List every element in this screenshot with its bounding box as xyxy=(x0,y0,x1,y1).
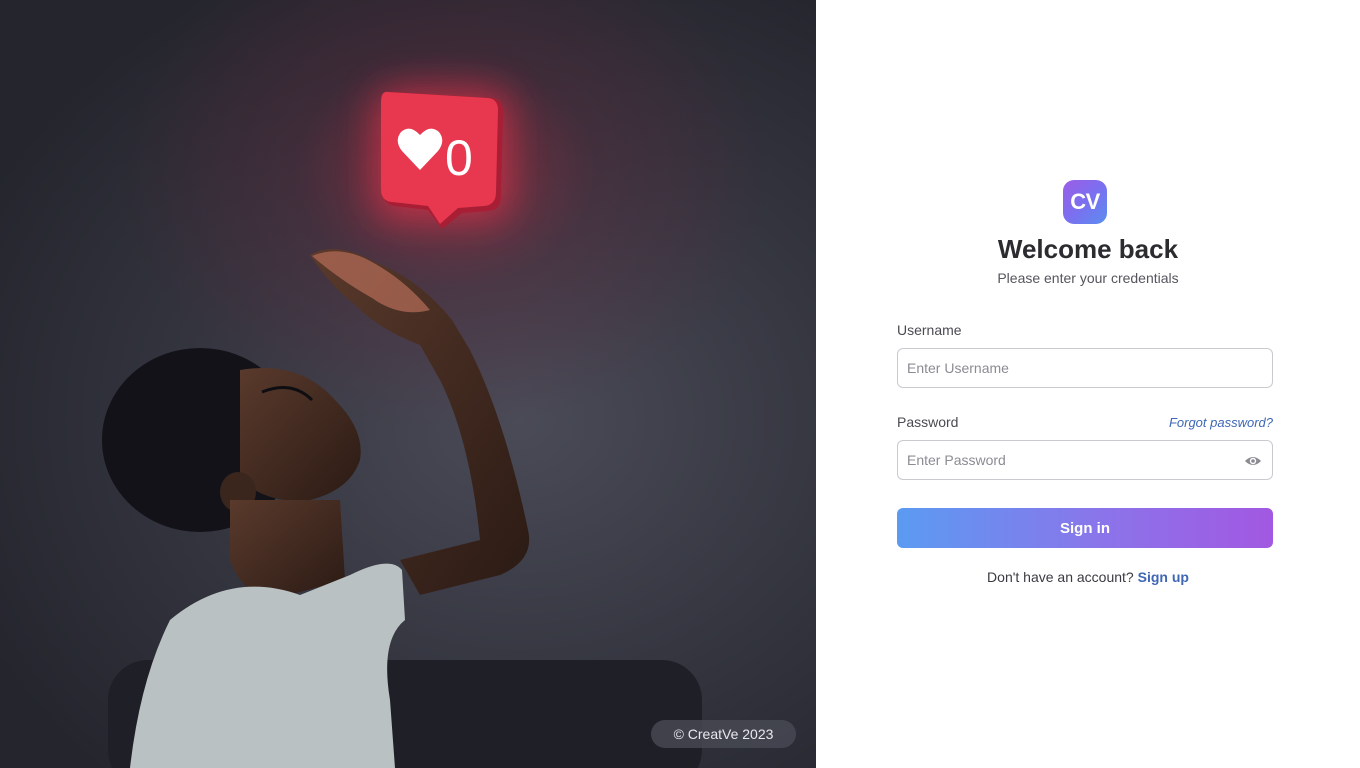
sign-in-button[interactable]: Sign in xyxy=(897,508,1273,548)
copyright-badge: © CreatVe 2023 xyxy=(651,720,796,748)
password-label: Password xyxy=(897,414,959,430)
login-page: 0 © CreatVe 2023 CV Welcome back Please … xyxy=(0,0,1360,768)
eye-icon[interactable] xyxy=(1244,452,1262,470)
page-title: Welcome back xyxy=(997,234,1179,264)
hero-image: 0 © CreatVe 2023 xyxy=(0,0,816,768)
username-input[interactable] xyxy=(898,349,1272,387)
sign-up-link[interactable]: Sign up xyxy=(1138,569,1189,585)
hero-illustration: 0 xyxy=(102,90,702,768)
username-field-wrapper xyxy=(897,348,1273,388)
forgot-password-link[interactable]: Forgot password? xyxy=(1169,415,1273,430)
username-label: Username xyxy=(897,322,962,338)
password-input[interactable] xyxy=(898,441,1272,479)
password-field-wrapper xyxy=(897,440,1273,480)
brand-logo: CV xyxy=(1063,180,1107,224)
signup-prompt-row: Don't have an account? Sign up xyxy=(816,569,1360,585)
like-count: 0 xyxy=(445,130,473,186)
shirt xyxy=(130,563,405,768)
face xyxy=(240,368,361,501)
login-panel: CV Welcome back Please enter your creden… xyxy=(816,0,1360,768)
page-subtitle: Please enter your credentials xyxy=(997,270,1179,286)
signup-prompt-text: Don't have an account? xyxy=(987,569,1138,585)
